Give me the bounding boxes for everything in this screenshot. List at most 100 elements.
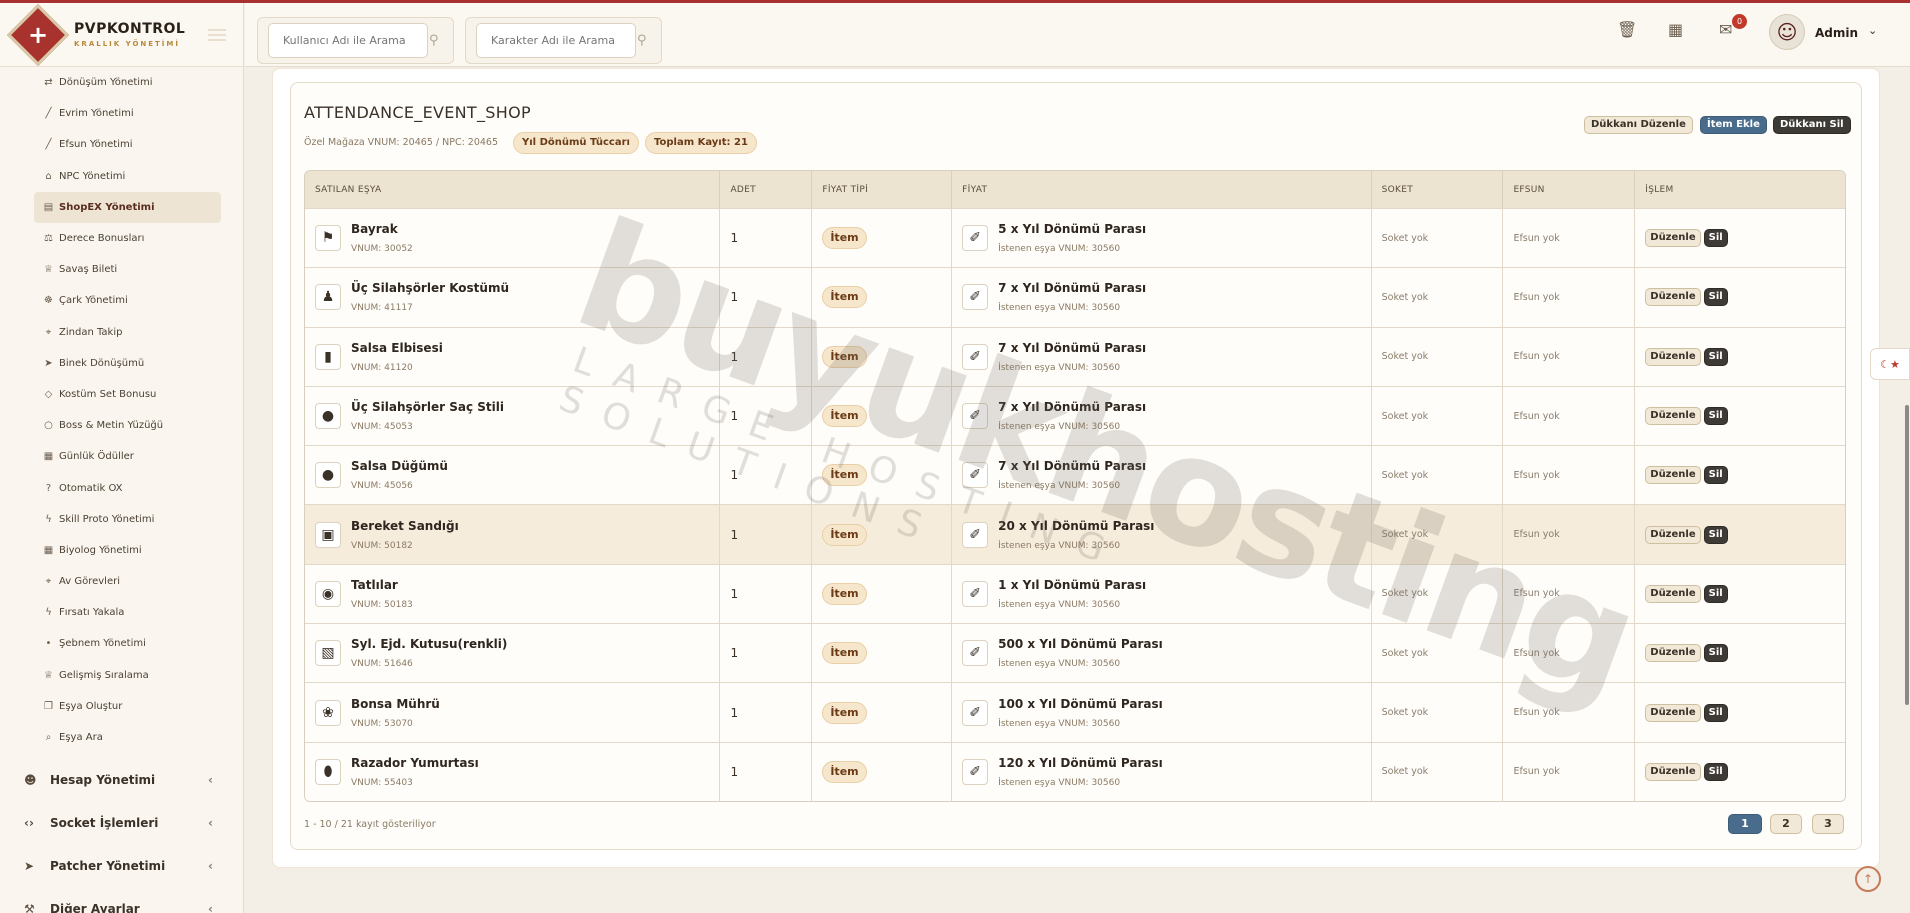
- sidebar-item[interactable]: ⌖ Zindan Takip: [0, 317, 243, 348]
- delete-item-button[interactable]: Sil: [1703, 762, 1728, 781]
- sidebar-item[interactable]: ╱ Efsun Yönetimi: [0, 129, 243, 160]
- table-row: ▮ Salsa Elbisesi VNUM: 41120 1 İtem ✐ 7 x Yıl …: [305, 326, 1845, 386]
- sidebar-item[interactable]: ▦ Biyolog Yönetimi: [0, 535, 243, 566]
- mail-icon[interactable]: ✉: [1719, 20, 1732, 39]
- sidebar-item[interactable]: ? Otomatik OX: [0, 472, 243, 503]
- sidebar-item[interactable]: ◇ Kostüm Set Bonusu: [0, 379, 243, 410]
- sidebar-item[interactable]: ▤ ShopEX Yönetimi: [34, 191, 221, 223]
- sidebar-item[interactable]: ☸ Çark Yönetimi: [0, 285, 243, 316]
- edit-item-button[interactable]: Düzenle: [1645, 644, 1701, 663]
- socket-value: Soket yok: [1381, 529, 1429, 541]
- column-header[interactable]: ADET: [720, 171, 813, 208]
- column-header[interactable]: EFSUN: [1503, 171, 1636, 208]
- edit-item-button[interactable]: Düzenle: [1645, 703, 1701, 722]
- sidebar-item-label: Savaş Bileti: [59, 264, 118, 276]
- column-header[interactable]: SATILAN EŞYA: [305, 171, 721, 208]
- table-row: ♟ Üç Silahşörler Kostümü VNUM: 41117 1 İtem ✐…: [305, 267, 1845, 327]
- delete-item-button[interactable]: Sil: [1703, 347, 1728, 366]
- sidebar-item[interactable]: ⌕ Eşya Ara: [0, 722, 243, 753]
- calendar-icon[interactable]: ▦: [1668, 20, 1683, 39]
- sidebar-item[interactable]: ⚖ Derece Bonusları: [0, 223, 243, 254]
- delete-item-button[interactable]: Sil: [1703, 644, 1728, 663]
- bonus-cell: Efsun yok: [1503, 742, 1636, 801]
- price-type-badge: İtem: [822, 642, 867, 665]
- qty-cell: 1: [720, 624, 813, 683]
- edit-item-button[interactable]: Düzenle: [1645, 288, 1701, 307]
- shop-title: ATTENDANCE_EVENT_SHOP: [304, 103, 531, 122]
- sidebar-item-label: Derece Bonusları: [59, 233, 145, 245]
- column-header[interactable]: FİYAT TİPİ: [812, 171, 953, 208]
- sidebar-group[interactable]: ‹› Socket İşlemleri ‹: [0, 801, 243, 844]
- delete-item-button[interactable]: Sil: [1703, 584, 1728, 603]
- sidebar-item[interactable]: • Şebnem Yönetimi: [0, 628, 243, 659]
- pagination-info: 1 - 10 / 21 kayıt gösteriliyor: [304, 819, 436, 830]
- column-header[interactable]: FİYAT: [952, 171, 1372, 208]
- edit-item-button[interactable]: Düzenle: [1645, 407, 1701, 426]
- page-button-1[interactable]: 1: [1728, 814, 1762, 834]
- delete-item-button[interactable]: Sil: [1703, 407, 1728, 426]
- sidebar-group[interactable]: ➤ Patcher Yönetimi ‹: [0, 844, 243, 887]
- item-quantity: 1: [730, 409, 739, 424]
- edit-item-button[interactable]: Düzenle: [1645, 229, 1701, 248]
- edit-item-button[interactable]: Düzenle: [1645, 466, 1701, 485]
- table-row: ⚑ Bayrak VNUM: 30052 1 İtem ✐ 5 x Yıl Dönümü P…: [305, 208, 1845, 268]
- column-header[interactable]: SOKET: [1372, 171, 1504, 208]
- sidebar-item[interactable]: ○ Boss & Metin Yüzüğü: [0, 410, 243, 441]
- sidebar-item[interactable]: ❐ Eşya Oluştur: [0, 691, 243, 722]
- menu-toggle-icon[interactable]: [208, 29, 226, 41]
- character-search-input[interactable]: [476, 23, 636, 58]
- sidebar-group[interactable]: ☻ Hesap Yönetimi ‹: [0, 758, 243, 801]
- flag-icon: ⚑: [315, 225, 341, 252]
- socket-cell: Soket yok: [1372, 683, 1504, 742]
- item-quantity: 1: [730, 764, 739, 779]
- dress-icon: ▮: [315, 343, 341, 370]
- delete-shop-button[interactable]: Dükkanı Sil: [1773, 116, 1851, 134]
- page-button-2[interactable]: 2: [1770, 814, 1802, 834]
- brand[interactable]: + PVPKONTROL KRALLIK YÖNETİMİ: [0, 3, 243, 67]
- sidebar-item-label: Çark Yönetimi: [59, 295, 128, 307]
- sidebar-item[interactable]: ➤ Binek Dönüşümü: [0, 348, 243, 379]
- user-search-input[interactable]: [268, 23, 428, 58]
- sidebar-item[interactable]: ⌖ Av Görevleri: [0, 566, 243, 597]
- edit-shop-button[interactable]: Dükkanı Düzenle: [1584, 116, 1693, 134]
- scroll-top-button[interactable]: ↑: [1855, 866, 1881, 892]
- delete-item-button[interactable]: Sil: [1703, 229, 1728, 248]
- wand-icon: ╱: [45, 139, 52, 151]
- sidebar-item[interactable]: ♕ Savaş Bileti: [0, 254, 243, 285]
- edit-item-button[interactable]: Düzenle: [1645, 584, 1701, 603]
- delete-item-button[interactable]: Sil: [1703, 703, 1728, 722]
- delete-item-button[interactable]: Sil: [1703, 288, 1728, 307]
- price-type-badge: İtem: [822, 405, 867, 428]
- column-header[interactable]: İŞLEM: [1635, 171, 1845, 208]
- socket-cell: Soket yok: [1372, 624, 1504, 683]
- edit-item-button[interactable]: Düzenle: [1645, 525, 1701, 544]
- search-icon[interactable]: ⚲: [429, 33, 443, 48]
- user-name[interactable]: Admin: [1815, 26, 1858, 40]
- delete-item-button[interactable]: Sil: [1703, 525, 1728, 544]
- item-cell: ● Salsa Düğümü VNUM: 45056: [305, 446, 721, 505]
- sidebar-item[interactable]: ♕ Gelişmiş Sıralama: [0, 660, 243, 691]
- language-flag-icon[interactable]: ☾★: [1870, 348, 1910, 380]
- sidebar-group[interactable]: ⚒ Diğer Ayarlar ‹: [0, 887, 243, 913]
- required-item-vnum: İstenen eşya VNUM: 30560: [998, 599, 1121, 610]
- avatar[interactable]: ☺: [1769, 14, 1805, 50]
- scrollbar[interactable]: [1905, 405, 1909, 705]
- price-cell: ✐ 5 x Yıl Dönümü Parası İstenen eşya VNUM:…: [952, 209, 1372, 268]
- search-icon[interactable]: ⚲: [637, 33, 651, 48]
- chevron-down-icon[interactable]: ⌄: [1868, 24, 1877, 37]
- sidebar-item[interactable]: ▦ Günlük Ödüller: [0, 441, 243, 472]
- add-item-button[interactable]: İtem Ekle: [1700, 116, 1767, 134]
- drop-icon: •: [45, 638, 52, 650]
- sidebar-item[interactable]: ϟ Fırsatı Yakala: [0, 597, 243, 628]
- sidebar-item[interactable]: ⌂ NPC Yönetimi: [0, 161, 243, 192]
- edit-item-button[interactable]: Düzenle: [1645, 762, 1701, 781]
- bonus-cell: Efsun yok: [1503, 209, 1636, 268]
- trash-icon[interactable]: 🗑: [1617, 20, 1637, 39]
- sidebar-item[interactable]: ╱ Evrim Yönetimi: [0, 98, 243, 129]
- sidebar-item[interactable]: ϟ Skill Proto Yönetimi: [0, 504, 243, 535]
- qty-cell: 1: [720, 564, 813, 624]
- edit-item-button[interactable]: Düzenle: [1645, 347, 1701, 366]
- page-button-3[interactable]: 3: [1812, 814, 1844, 834]
- delete-item-button[interactable]: Sil: [1703, 466, 1728, 485]
- sidebar-item[interactable]: ⇄ Dönüşüm Yönetimi: [0, 67, 243, 98]
